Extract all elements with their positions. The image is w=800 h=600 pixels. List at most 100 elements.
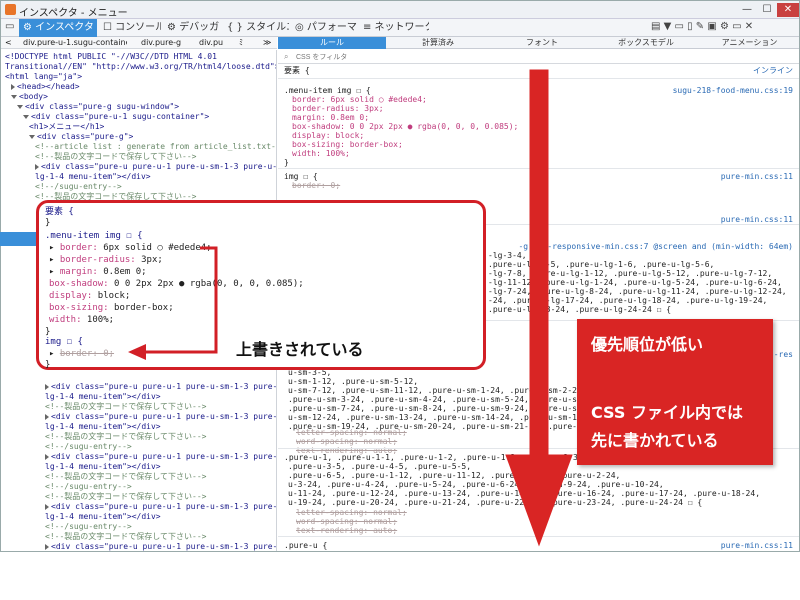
- markup-line[interactable]: <head></head>: [11, 82, 80, 92]
- element-rule-selector[interactable]: 要素 {: [284, 66, 310, 75]
- markup-line[interactable]: lg-1-4 menu-item"></div>: [35, 172, 151, 182]
- markup-line[interactable]: <div class="pure-u pure-u-1 pure-u-sm-1-…: [45, 452, 276, 462]
- tab-fonts[interactable]: フォント: [490, 37, 594, 49]
- css-declaration[interactable]: border-radius: 3px;: [292, 104, 384, 113]
- breadcrumb-more[interactable]: ≫: [263, 37, 275, 49]
- markup-line[interactable]: <div class="pure-u pure-u-1 pure-u-sm-1-…: [45, 502, 276, 512]
- breadcrumb-back[interactable]: <: [5, 37, 15, 49]
- expand-triangle-icon[interactable]: [45, 503, 49, 510]
- tab-style-editor[interactable]: { } スタイルエ…: [223, 19, 289, 37]
- markup-line[interactable]: <div class="pure-u pure-u-1 pure-u-sm-1-…: [45, 542, 276, 551]
- expand-triangle-icon[interactable]: [35, 163, 39, 170]
- markup-line[interactable]: <div class="pure-u pure-u-1 pure-u-sm-1-…: [35, 162, 276, 172]
- css-declaration-overridden[interactable]: word-spacing: normal;: [296, 437, 397, 446]
- markup-line[interactable]: <!--/sugu-entry-->: [35, 182, 122, 192]
- markup-line[interactable]: Transitional//EN" "http://www.w3.org/TR/…: [5, 62, 276, 72]
- tab-debugger[interactable]: ⚙ デバッガ: [163, 19, 221, 37]
- css-declaration[interactable]: border: 6px solid ○ #edede4;: [292, 95, 427, 104]
- expand-triangle-icon[interactable]: [11, 83, 15, 90]
- css-declaration-overridden[interactable]: word-spacing: normal;: [296, 517, 397, 526]
- markup-line[interactable]: <div class="pure-g sugu-window">: [17, 102, 179, 112]
- markup-text: <div class="pure-u pure-u-1 pure-u-sm-1-…: [51, 382, 277, 391]
- menu-item-selector[interactable]: .menu-item img ☐ {: [284, 86, 371, 95]
- css-filter-input[interactable]: [296, 51, 776, 63]
- callout-prop-name: display:: [49, 291, 93, 301]
- expand-triangle-icon[interactable]: [45, 543, 49, 550]
- maximize-button[interactable]: ☐: [757, 3, 777, 17]
- markup-text: <div class="pure-u pure-u-1 pure-u-sm-1-…: [51, 412, 277, 421]
- collapse-triangle-icon[interactable]: [29, 134, 35, 139]
- markup-line[interactable]: <div class="pure-u pure-u-1 pure-u-sm-1-…: [45, 382, 277, 392]
- css-source-link[interactable]: インライン: [753, 66, 793, 75]
- css-declaration[interactable]: box-shadow: 0 0 2px 2px ● rgba(0, 0, 0, …: [292, 122, 518, 131]
- css-declaration[interactable]: margin: 0.8em 0;: [292, 113, 369, 122]
- markup-line[interactable]: <div class="pure-u-1 sugu-container">: [23, 112, 209, 122]
- css-declaration[interactable]: box-sizing: border-box;: [292, 140, 403, 149]
- css-declaration-overridden[interactable]: letter-spacing: normal;: [296, 428, 407, 437]
- tab-performance[interactable]: ◎ パフォーマ…: [291, 19, 357, 37]
- expand-triangle-icon[interactable]: [45, 453, 49, 460]
- expand-triangle-icon[interactable]: [45, 413, 49, 420]
- css-source-link[interactable]: pure-min.css:11: [721, 215, 793, 224]
- markup-line[interactable]: <!--製品の文字コードで保存して下さい-->: [45, 472, 206, 482]
- markup-line[interactable]: <!--/sugu-entry-->: [45, 522, 132, 532]
- tab-inspector[interactable]: ⚙ インスペクタ: [19, 19, 97, 37]
- css-source-link[interactable]: pure-min.css:11: [721, 172, 793, 181]
- markup-line[interactable]: <!--製品の文字コードで保存して下さい-->: [45, 492, 206, 502]
- img-rule-selector[interactable]: img ☐ {: [284, 172, 318, 181]
- css-selector-line: .pure-u {: [284, 541, 328, 550]
- tab-animations[interactable]: アニメーション: [698, 37, 799, 49]
- markup-line[interactable]: <!--製品の文字コードで保存して下さい-->: [45, 432, 206, 442]
- css-selector-line: u-sm-1-12, .pure-u-sm-5-12,: [288, 377, 419, 386]
- tab-computed[interactable]: 計算済み: [386, 37, 490, 49]
- markup-line[interactable]: <html lang="ja">: [5, 72, 82, 82]
- breadcrumb-item[interactable]: div.pure-g: [141, 37, 189, 49]
- markup-line[interactable]: <!--製品の文字コードで保存して下さい-->: [35, 152, 196, 162]
- close-button[interactable]: ✕: [777, 3, 799, 17]
- css-declaration-overridden[interactable]: border: 0;: [292, 181, 340, 190]
- css-source-link[interactable]: pure-min.css:11: [721, 541, 793, 550]
- markup-line[interactable]: <div class="pure-g">: [29, 132, 133, 142]
- markup-line[interactable]: lg-1-4 menu-item"></div>: [45, 422, 161, 432]
- css-source-link[interactable]: sugu-218-food-menu.css:19: [673, 86, 793, 95]
- markup-text: <!--製品の文字コードで保存して下さい-->: [45, 492, 207, 501]
- markup-line[interactable]: <!--/sugu-entry-->: [45, 442, 132, 452]
- callout-prop-value: 6px solid ○ #edede4;: [97, 243, 212, 253]
- tab-box-model[interactable]: ボックスモデル: [594, 37, 698, 49]
- css-declaration-overridden[interactable]: letter-spacing: normal;: [296, 508, 407, 517]
- callout-prop-name: border:: [59, 243, 98, 253]
- markup-line[interactable]: <div class="pure-u pure-u-1 pure-u-sm-1-…: [45, 412, 277, 422]
- markup-line[interactable]: <!--article list : generate from article…: [35, 142, 276, 152]
- collapse-triangle-icon[interactable]: [23, 114, 29, 119]
- css-declaration[interactable]: width: 100%;: [292, 149, 350, 158]
- css-declaration-overridden[interactable]: text-rendering: auto;: [296, 526, 397, 535]
- breadcrumb-item[interactable]: div.pu: [199, 37, 233, 49]
- markup-line[interactable]: lg-1-4 menu-item"></div>: [45, 462, 161, 472]
- rule-separator: [278, 536, 799, 537]
- tab-rules[interactable]: ルール: [278, 37, 386, 49]
- markup-line[interactable]: lg-1-4 menu-item"></div>: [45, 512, 161, 522]
- expand-triangle-icon[interactable]: [45, 383, 49, 390]
- markup-line[interactable]: lg-1-4 menu-item"></div>: [45, 392, 161, 402]
- collapse-triangle-icon[interactable]: [17, 104, 23, 109]
- css-selector-line: .pure-u-6-5, .pure-u-1-12, .pure-u-11-12…: [288, 471, 621, 480]
- markup-line[interactable]: <body>: [11, 92, 48, 102]
- css-declaration[interactable]: display: block;: [292, 131, 364, 140]
- markup-line[interactable]: <!--/sugu-entry-->: [45, 482, 132, 492]
- toolbar-right-icons[interactable]: ▤ ▼ ▭ ▯ ✎ ▣ ⚙ ▭ ✕: [651, 21, 753, 32]
- pick-element-icon[interactable]: ▭: [5, 21, 14, 32]
- overwritten-label: 上書きされている: [236, 340, 364, 359]
- markup-line[interactable]: <!--製品の文字コードで保存して下さい-->: [45, 402, 206, 412]
- markup-line[interactable]: <!DOCTYPE html PUBLIC "-//W3C//DTD HTML …: [5, 52, 217, 62]
- breadcrumb-item[interactable]: div.pure-u-1.sugu-container: [23, 37, 127, 49]
- markup-line[interactable]: <!--製品の文字コードで保存して下さい-->: [45, 532, 206, 542]
- markup-text: <head></head>: [17, 82, 80, 91]
- collapse-triangle-icon[interactable]: [11, 94, 17, 99]
- minimize-button[interactable]: —: [737, 3, 757, 17]
- tab-console[interactable]: ☐ コンソール: [99, 19, 161, 37]
- tab-network[interactable]: ≡ ネットワーク: [359, 19, 429, 37]
- callout-prop-value: block;: [92, 291, 131, 301]
- breadcrumb-more-left[interactable]: ﾐ: [239, 37, 251, 49]
- markup-line[interactable]: <h1>メニュー</h1>: [29, 122, 104, 132]
- css-source-link[interactable]: -grids-responsive-min.css:7 @screen and …: [518, 242, 793, 251]
